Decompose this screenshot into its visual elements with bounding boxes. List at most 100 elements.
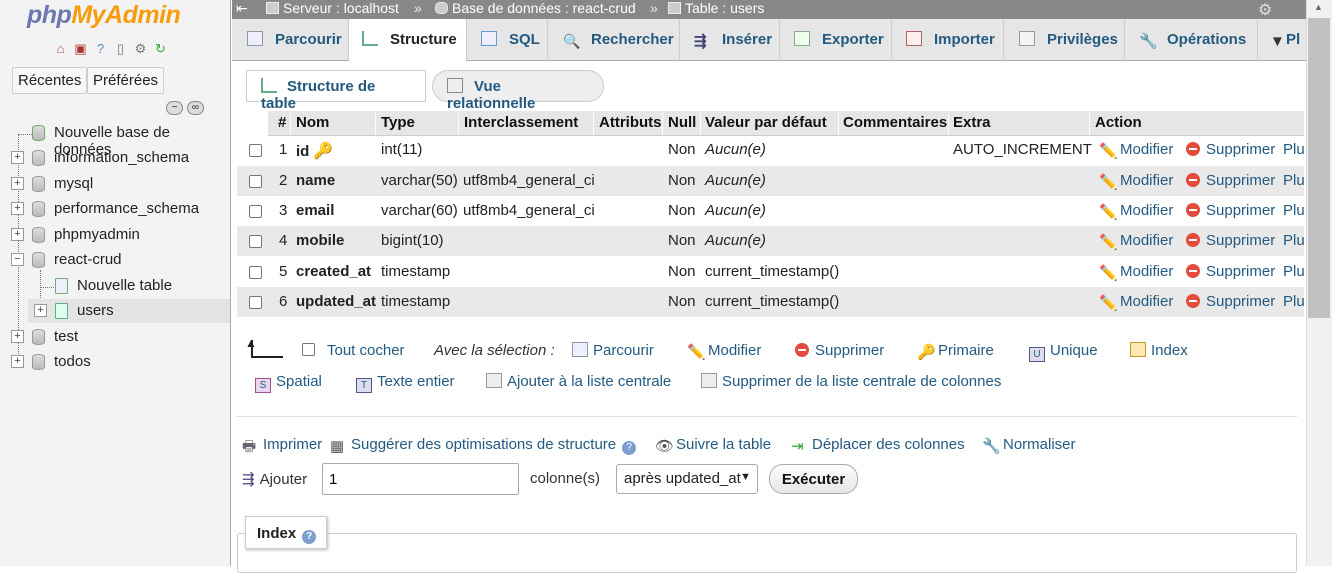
tab-recent[interactable]: Récentes xyxy=(12,67,88,94)
col-header-null[interactable]: Null xyxy=(668,114,696,131)
help-icon[interactable]: ? xyxy=(302,530,317,544)
column-name[interactable]: id 🔑 xyxy=(296,141,333,161)
more-link[interactable]: Plu xyxy=(1283,141,1305,158)
bulk-delete-button[interactable]: Supprimer xyxy=(795,342,884,359)
add-columns-count-input[interactable] xyxy=(322,463,519,495)
modify-link[interactable]: ✏️ Modifier xyxy=(1099,293,1173,312)
bulk-modify-button[interactable]: ✏️ Modifier xyxy=(687,342,761,361)
home-icon[interactable]: ⌂ xyxy=(52,40,69,57)
modify-link[interactable]: ✏️ Modifier xyxy=(1099,232,1173,251)
optimize-link[interactable]: ▦ Suggérer des optimisations de structure… xyxy=(330,436,637,455)
bulk-primary-button[interactable]: 🔑 Primaire xyxy=(917,342,994,361)
row-checkbox[interactable] xyxy=(249,144,262,157)
collapse-icon[interactable]: − xyxy=(11,253,24,266)
tree-item-new-table[interactable]: Nouvelle table xyxy=(0,274,230,298)
more-link[interactable]: Plu xyxy=(1283,202,1305,219)
tree-item-phpmyadmin[interactable]: + phpmyadmin xyxy=(0,223,230,247)
check-all-checkbox[interactable] xyxy=(302,343,315,356)
col-header-default[interactable]: Valeur par défaut xyxy=(705,114,827,131)
print-link[interactable]: 🖶 Imprimer xyxy=(242,436,322,455)
delete-link[interactable]: Supprimer xyxy=(1186,263,1275,280)
expand-icon[interactable]: + xyxy=(34,304,47,317)
help-icon[interactable]: ? xyxy=(92,40,109,57)
bulk-index-button[interactable]: Index xyxy=(1130,342,1188,359)
docs-icon[interactable]: ▯ xyxy=(112,40,129,57)
column-name[interactable]: created_at xyxy=(296,263,371,280)
tab-import[interactable]: Importer xyxy=(892,19,1004,61)
tab-structure[interactable]: Structure xyxy=(349,19,467,62)
expand-icon[interactable]: + xyxy=(11,330,24,343)
tree-item-todos[interactable]: + todos xyxy=(0,350,230,374)
col-header-collation[interactable]: Interclassement xyxy=(464,114,578,131)
column-name[interactable]: updated_at xyxy=(296,293,376,310)
col-header-name[interactable]: Nom xyxy=(296,114,329,131)
bulk-spatial-button[interactable]: S Spatial xyxy=(255,373,322,393)
breadcrumb-table[interactable]: Table : users xyxy=(668,0,764,16)
execute-button[interactable]: Exécuter xyxy=(769,464,858,494)
tree-item-mysql[interactable]: + mysql xyxy=(0,172,230,196)
more-link[interactable]: Plu xyxy=(1283,172,1305,189)
tree-item-information-schema[interactable]: + information_schema xyxy=(0,146,230,170)
check-all-label[interactable]: Tout cocher xyxy=(327,342,405,359)
delete-link[interactable]: Supprimer xyxy=(1186,232,1275,249)
breadcrumb-server[interactable]: Serveur : localhost xyxy=(266,0,399,16)
subtab-relational-view[interactable]: Vue relationnelle xyxy=(432,70,604,112)
breadcrumb-database[interactable]: Base de données : react-crud xyxy=(435,0,636,16)
tab-browse[interactable]: Parcourir xyxy=(232,19,349,61)
bulk-fulltext-button[interactable]: T Texte entier xyxy=(356,373,455,393)
bulk-browse-button[interactable]: Parcourir xyxy=(572,342,654,359)
col-header-comments[interactable]: Commentaires xyxy=(843,114,947,131)
tree-item-performance-schema[interactable]: + performance_schema xyxy=(0,197,230,221)
modify-link[interactable]: ✏️ Modifier xyxy=(1099,172,1173,191)
phpmyadmin-logo[interactable]: phpMyAdmin xyxy=(27,1,181,30)
tab-more[interactable]: ▼Pl xyxy=(1258,19,1306,61)
delete-link[interactable]: Supprimer xyxy=(1186,293,1275,310)
more-link[interactable]: Plu xyxy=(1283,293,1305,310)
row-checkbox[interactable] xyxy=(249,175,262,188)
tab-privileges[interactable]: Privilèges xyxy=(1004,19,1125,61)
bulk-unique-button[interactable]: U Unique xyxy=(1029,342,1098,362)
collapse-all-icon[interactable]: − xyxy=(166,101,183,115)
column-name[interactable]: name xyxy=(296,172,335,189)
tree-item-users[interactable]: + users xyxy=(28,299,230,323)
expand-icon[interactable]: + xyxy=(11,228,24,241)
delete-link[interactable]: Supprimer xyxy=(1186,202,1275,219)
tab-favorites[interactable]: Préférées xyxy=(87,67,165,94)
index-section-title[interactable]: Index? xyxy=(245,516,328,549)
add-central-list-button[interactable]: Ajouter à la liste centrale xyxy=(486,373,671,390)
tree-item-test[interactable]: + test xyxy=(0,325,230,349)
more-link[interactable]: Plu xyxy=(1283,263,1305,280)
modify-link[interactable]: ✏️ Modifier xyxy=(1099,263,1173,282)
reload-icon[interactable]: ↻ xyxy=(152,40,169,57)
tab-insert[interactable]: ⇶ Insérer xyxy=(680,19,780,61)
col-header-num[interactable]: # xyxy=(278,114,286,131)
back-arrow-icon[interactable]: ⇤ xyxy=(236,0,248,17)
modify-link[interactable]: ✏️ Modifier xyxy=(1099,202,1173,221)
row-checkbox[interactable] xyxy=(249,235,262,248)
column-name[interactable]: email xyxy=(296,202,334,219)
logout-icon[interactable]: ▣ xyxy=(72,40,89,57)
col-header-extra[interactable]: Extra xyxy=(953,114,991,131)
more-link[interactable]: Plu xyxy=(1283,232,1305,249)
column-position-select[interactable]: après updated_at ▼ xyxy=(616,464,758,494)
row-checkbox[interactable] xyxy=(249,205,262,218)
row-checkbox[interactable] xyxy=(249,296,262,309)
normalize-link[interactable]: 🔧 Normaliser xyxy=(982,436,1076,455)
remove-central-list-button[interactable]: Supprimer de la liste centrale de colonn… xyxy=(701,373,1001,390)
tab-export[interactable]: Exporter xyxy=(780,19,892,61)
expand-icon[interactable]: + xyxy=(11,355,24,368)
expand-icon[interactable]: + xyxy=(11,177,24,190)
track-table-link[interactable]: 👁 Suivre la table xyxy=(655,436,771,455)
scroll-up-icon[interactable]: ▲ xyxy=(1314,2,1323,12)
subtab-table-structure[interactable]: Structure de table xyxy=(246,70,426,112)
column-name[interactable]: mobile xyxy=(296,232,344,249)
col-header-attributes[interactable]: Attributs xyxy=(599,114,662,131)
link-icon[interactable]: ∞ xyxy=(187,101,204,115)
modify-link[interactable]: ✏️ Modifier xyxy=(1099,141,1173,160)
row-checkbox[interactable] xyxy=(249,266,262,279)
move-columns-link[interactable]: ⇥ Déplacer des colonnes xyxy=(791,436,965,455)
tab-sql[interactable]: SQL xyxy=(467,19,548,61)
help-icon[interactable]: ? xyxy=(622,441,637,455)
delete-link[interactable]: Supprimer xyxy=(1186,172,1275,189)
gear-icon[interactable]: ⚙ xyxy=(1258,0,1272,20)
